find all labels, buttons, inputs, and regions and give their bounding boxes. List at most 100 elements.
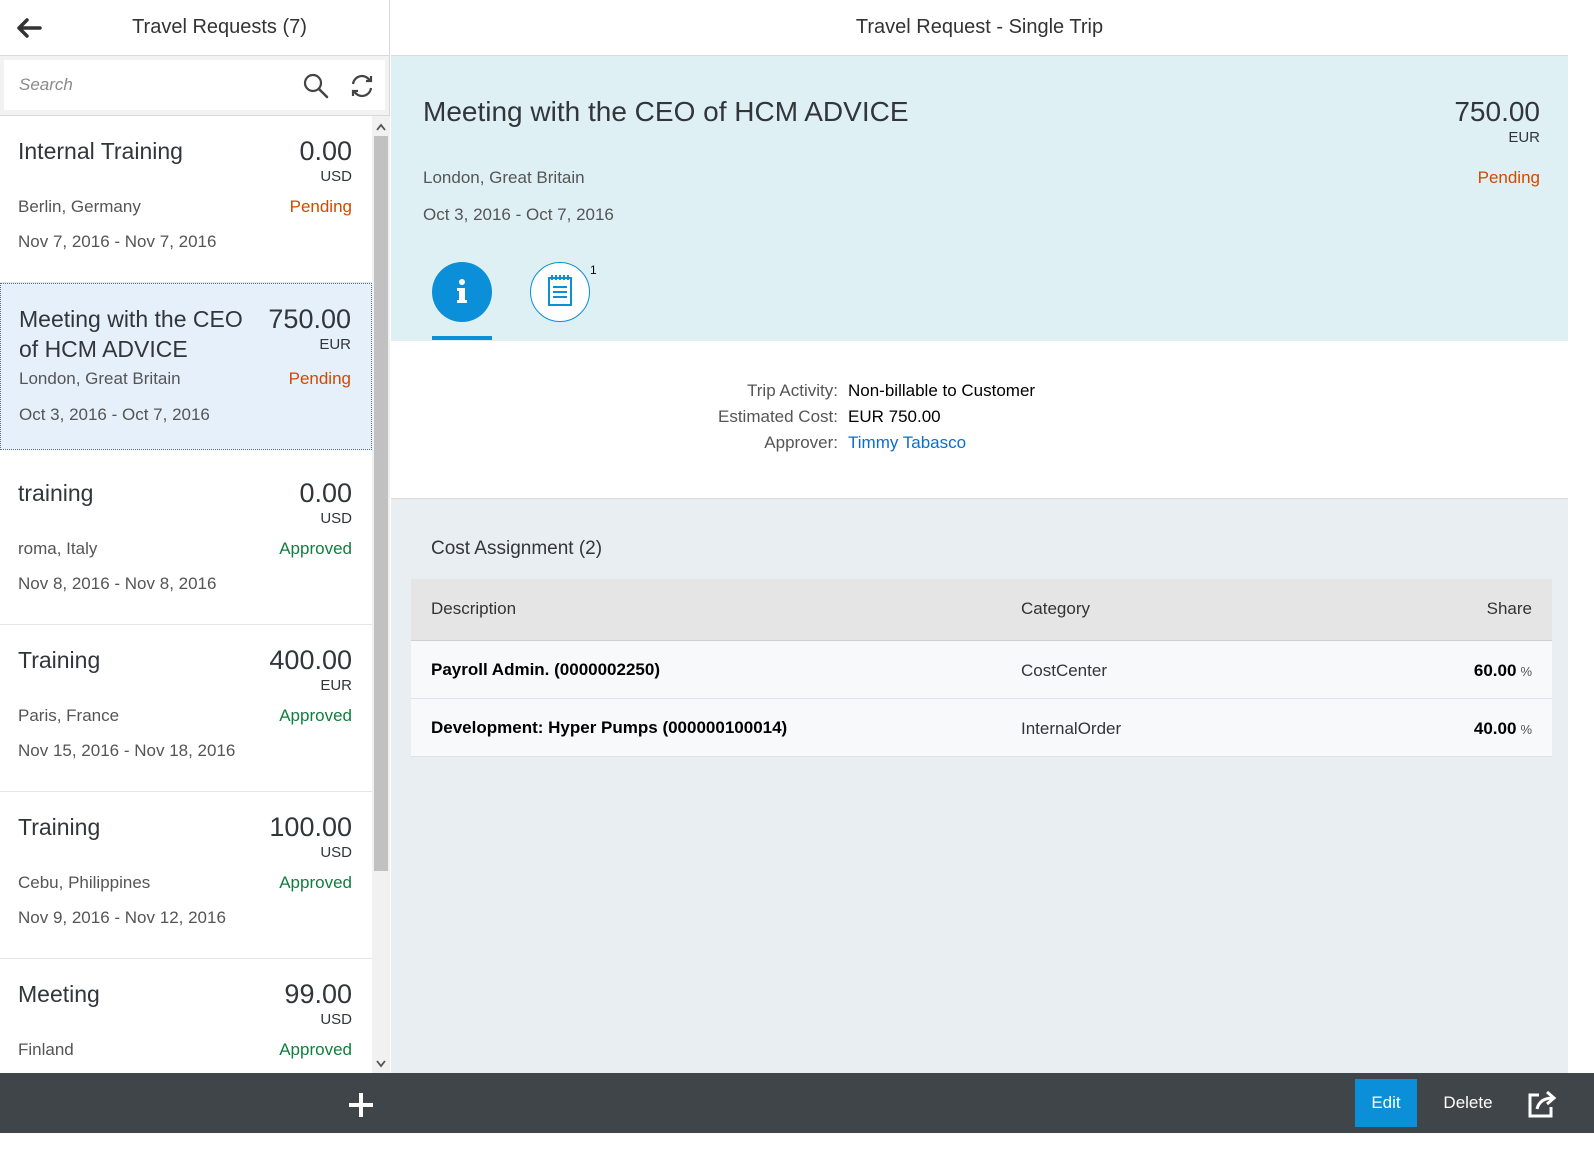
item-dates: Oct 3, 2016 - Oct 7, 2016 [19,405,210,424]
item-dates: Nov 9, 2016 - Nov 12, 2016 [18,908,226,927]
list-item[interactable]: training 0.00 USD roma, Italy Approved N… [0,458,372,625]
item-currency: USD [320,510,352,527]
share-unit: % [1520,722,1532,737]
refresh-icon[interactable] [348,72,376,100]
info-icon [457,279,467,303]
edit-button[interactable]: Edit [1355,1079,1417,1127]
item-title: Training [18,814,101,840]
footer-toolbar: Edit Delete [0,1073,1594,1133]
approver-link[interactable]: Timmy Tabasco [848,433,966,453]
detail-title: Travel Request - Single Trip [855,16,1104,38]
tab-selected-indicator [432,336,492,340]
item-amount: 100.00 [269,812,352,842]
master-title: Travel Requests (7) [132,16,307,38]
list-item-selected[interactable]: Meeting with the CEO of HCM ADVICE 750.0… [0,283,372,450]
list-item[interactable]: Meeting 99.00 USD Finland Approved [0,959,372,1073]
cell-category: CostCenter [1021,661,1107,680]
info-form: Trip Activity: Non-billable to Customer … [391,341,1568,499]
item-currency: USD [320,1011,352,1028]
cell-description: Development: Hyper Pumps (000000100014) [431,718,788,737]
scroll-thumb[interactable] [374,136,388,871]
search-icon[interactable] [302,72,330,100]
back-arrow-icon[interactable] [12,12,44,44]
window-edge [1568,0,1594,1073]
object-title: Meeting with the CEO of HCM ADVICE [423,96,909,127]
object-header: Meeting with the CEO of HCM ADVICE 750.0… [391,56,1568,341]
share-value: 60.00 [1473,661,1517,680]
item-amount: 400.00 [269,645,352,675]
list-item[interactable]: Training 100.00 USD Cebu, Philippines Ap… [0,792,372,959]
item-currency: USD [320,844,352,861]
item-amount: 750.00 [268,304,351,334]
search-bar [0,56,389,116]
item-status: Approved [279,873,352,892]
object-amount: 750.00 [1454,96,1540,127]
item-amount: 0.00 [299,478,352,508]
estimated-cost-label: Estimated Cost: [718,407,838,426]
object-location: London, Great Britain [423,168,585,187]
item-location: Cebu, Philippines [18,873,151,892]
trip-activity-value: Non-billable to Customer [848,381,1036,400]
object-currency: EUR [1508,129,1540,146]
item-currency: EUR [319,336,351,353]
table-header: Description Category Share [411,579,1552,641]
trip-activity-label: Trip Activity: [747,381,838,400]
object-dates: Oct 3, 2016 - Oct 7, 2016 [423,205,614,224]
list-item[interactable]: Training 400.00 EUR Paris, France Approv… [0,625,372,792]
item-dates: Nov 7, 2016 - Nov 7, 2016 [18,232,217,251]
item-dates: Nov 8, 2016 - Nov 8, 2016 [18,574,217,593]
item-title: Meeting [18,981,100,1007]
column-header-description[interactable]: Description [431,599,516,619]
item-location: roma, Italy [18,539,98,558]
item-title: Training [18,647,101,673]
item-title: Meeting with the CEO of HCM ADVICE [19,306,243,362]
share-value: 40.00 [1473,719,1517,738]
object-status: Pending [1477,168,1540,187]
cost-assignment-title: Cost Assignment (2) [431,538,603,559]
table-row[interactable]: Development: Hyper Pumps (000000100014) … [411,699,1552,757]
approver-label: Approver: [764,433,838,452]
item-location: London, Great Britain [19,369,181,388]
detail-header: Travel Request - Single Trip [391,0,1568,56]
travel-request-list: Internal Training 0.00 USD Berlin, Germa… [0,116,372,1073]
window-edge-bottom [0,1133,1594,1152]
master-pane: Travel Requests (7) Internal Training 0.… [0,0,390,1073]
search-field [4,60,385,110]
share-icon[interactable] [1525,1087,1559,1121]
delete-button[interactable]: Delete [1430,1079,1506,1127]
tab-info[interactable] [432,262,492,322]
column-header-category[interactable]: Category [1021,599,1090,619]
tab-notes[interactable] [530,262,590,322]
cell-category: InternalOrder [1021,719,1122,738]
item-status: Approved [279,706,352,725]
item-status: Approved [279,1040,352,1059]
column-header-share[interactable]: Share [1487,599,1532,619]
detail-pane: Travel Request - Single Trip Meeting wit… [391,0,1568,1073]
estimated-cost-row: Estimated Cost: EUR 750.00 [391,407,1568,431]
table-row[interactable]: Payroll Admin. (0000002250) CostCenter 6… [411,641,1552,699]
scroll-down-icon[interactable] [376,1057,386,1069]
item-dates: Nov 15, 2016 - Nov 18, 2016 [18,741,236,760]
item-status: Pending [288,369,351,388]
item-title: training [18,480,94,506]
cell-share: 60.00% [1474,661,1532,681]
scroll-up-icon[interactable] [376,120,386,132]
list-item[interactable]: Internal Training 0.00 USD Berlin, Germa… [0,116,372,283]
item-location: Paris, France [18,706,120,725]
master-header: Travel Requests (7) [0,0,389,56]
notes-icon [548,275,572,306]
search-input[interactable] [19,75,279,95]
add-icon[interactable] [343,1087,379,1123]
cost-assignment-table: Description Category Share Payroll Admin… [411,579,1552,757]
approver-row: Approver: Timmy Tabasco [391,433,1568,457]
cell-description: Payroll Admin. (0000002250) [431,660,660,679]
list-scrollbar[interactable] [372,116,390,1073]
item-currency: EUR [320,677,352,694]
notes-count-badge: 1 [590,263,597,277]
item-location: Finland [18,1040,74,1059]
item-amount: 0.00 [299,136,352,166]
item-amount: 99.00 [284,979,352,1009]
item-location: Berlin, Germany [18,197,141,216]
estimated-cost-value: EUR 750.00 [848,407,941,426]
cell-share: 40.00% [1474,719,1532,739]
